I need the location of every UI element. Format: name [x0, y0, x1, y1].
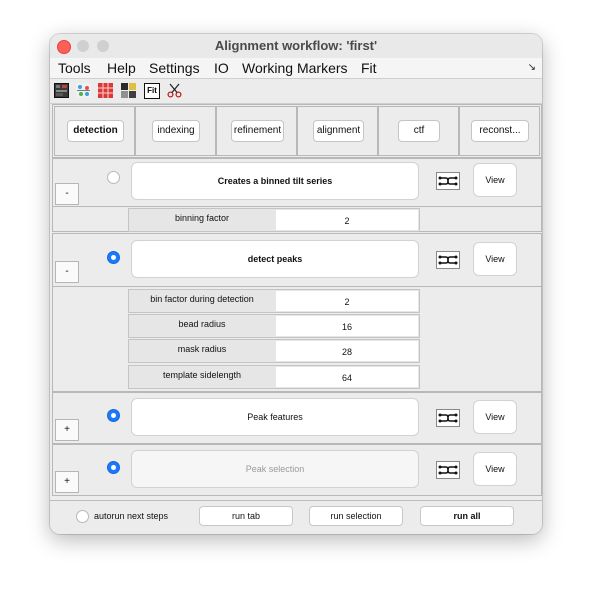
- step-detect-peaks: - detect peaks View: [52, 233, 542, 287]
- bottom-bar: autorun next steps run tab run selection…: [50, 500, 542, 534]
- window-title: Alignment workflow: 'first': [214, 38, 378, 53]
- tab-reconstruction[interactable]: reconst...: [471, 120, 529, 142]
- toolbar: Fit: [50, 79, 542, 104]
- run-selection-button[interactable]: run selection: [309, 506, 403, 526]
- step-features-button[interactable]: Peak features: [131, 398, 419, 436]
- view-button[interactable]: View: [473, 163, 517, 197]
- link-settings-icon[interactable]: [436, 461, 460, 479]
- step-binned-button[interactable]: Creates a binned tilt series: [131, 162, 419, 200]
- tab-cell-indexing: indexing: [135, 106, 216, 156]
- table-grid-icon[interactable]: [98, 83, 113, 98]
- step-enable-radio[interactable]: [107, 461, 120, 474]
- menu-bar: Tools Help Settings IO Working Markers F…: [50, 58, 542, 79]
- step-peak-selection: + Peak selection View: [52, 444, 542, 496]
- tab-refinement[interactable]: refinement: [231, 120, 284, 142]
- expand-toggle[interactable]: +: [55, 471, 79, 493]
- tab-cell-refinement: refinement: [216, 106, 297, 156]
- tab-cell-ctf: ctf: [378, 106, 459, 156]
- tab-indexing[interactable]: indexing: [152, 120, 200, 142]
- link-settings-icon[interactable]: [436, 409, 460, 427]
- tab-bar: detection indexing refinement alignment …: [52, 104, 542, 158]
- run-tab-button[interactable]: run tab: [199, 506, 293, 526]
- param-value-field[interactable]: 16: [276, 316, 418, 336]
- param-row: bead radius 16: [128, 314, 420, 338]
- expand-toggle[interactable]: +: [55, 419, 79, 441]
- link-settings-icon[interactable]: [436, 172, 460, 190]
- menu-io[interactable]: IO: [214, 60, 229, 76]
- fit-icon[interactable]: Fit: [144, 83, 160, 99]
- tiles-icon[interactable]: [121, 83, 136, 98]
- param-label: template sidelength: [162, 370, 242, 380]
- tab-alignment[interactable]: alignment: [313, 120, 364, 142]
- param-value-field[interactable]: 64: [276, 367, 418, 387]
- param-label: binning factor: [174, 213, 230, 223]
- alignment-window: Alignment workflow: 'first' Tools Help S…: [50, 34, 542, 534]
- view-button[interactable]: View: [473, 452, 517, 486]
- param-row: mask radius 28: [128, 339, 420, 363]
- menu-tools[interactable]: Tools: [58, 60, 91, 76]
- menu-help[interactable]: Help: [107, 60, 136, 76]
- menu-settings[interactable]: Settings: [149, 60, 200, 76]
- collapse-toggle[interactable]: -: [55, 183, 79, 205]
- param-value-field[interactable]: 2: [276, 210, 418, 230]
- step-detect-button[interactable]: detect peaks: [131, 240, 419, 278]
- param-value-field[interactable]: 28: [276, 341, 418, 361]
- tab-ctf[interactable]: ctf: [398, 120, 440, 142]
- tab-detection[interactable]: detection: [67, 120, 124, 142]
- step-peak-features: + Peak features View: [52, 392, 542, 444]
- binned-params: binning factor 2: [52, 206, 542, 232]
- view-button[interactable]: View: [473, 400, 517, 434]
- collapse-toggle[interactable]: -: [55, 261, 79, 283]
- tab-cell-alignment: alignment: [297, 106, 378, 156]
- tab-cell-reconstruction: reconst...: [459, 106, 540, 156]
- param-label: bin factor during detection: [150, 294, 254, 304]
- param-row: binning factor 2: [128, 208, 420, 232]
- marker-align-icon[interactable]: [76, 83, 91, 98]
- step-selection-button[interactable]: Peak selection: [131, 450, 419, 488]
- run-all-button[interactable]: run all: [420, 506, 514, 526]
- step-binned-tilt-series: - Creates a binned tilt series View: [52, 158, 542, 207]
- scissors-icon[interactable]: [167, 83, 182, 98]
- tab-cell-detection: detection: [54, 106, 135, 156]
- title-bar: Alignment workflow: 'first': [50, 34, 542, 58]
- double-arrow-icon[interactable]: ↘: [528, 62, 536, 73]
- grid-view-icon[interactable]: [54, 83, 69, 98]
- view-button[interactable]: View: [473, 242, 517, 276]
- autorun-label: autorun next steps: [94, 511, 169, 521]
- link-settings-icon[interactable]: [436, 251, 460, 269]
- param-row: bin factor during detection 2: [128, 289, 420, 313]
- param-label: bead radius: [178, 319, 226, 329]
- param-row: template sidelength 64: [128, 365, 420, 389]
- param-value-field[interactable]: 2: [276, 291, 418, 311]
- detect-params: bin factor during detection 2 bead radiu…: [52, 286, 542, 392]
- step-enable-radio[interactable]: [107, 409, 120, 422]
- param-label: mask radius: [177, 344, 227, 354]
- menu-working-markers[interactable]: Working Markers: [242, 60, 348, 76]
- menu-fit[interactable]: Fit: [361, 60, 377, 76]
- step-enable-radio[interactable]: [107, 251, 120, 264]
- step-enable-radio[interactable]: [107, 171, 120, 184]
- autorun-radio[interactable]: [76, 510, 89, 523]
